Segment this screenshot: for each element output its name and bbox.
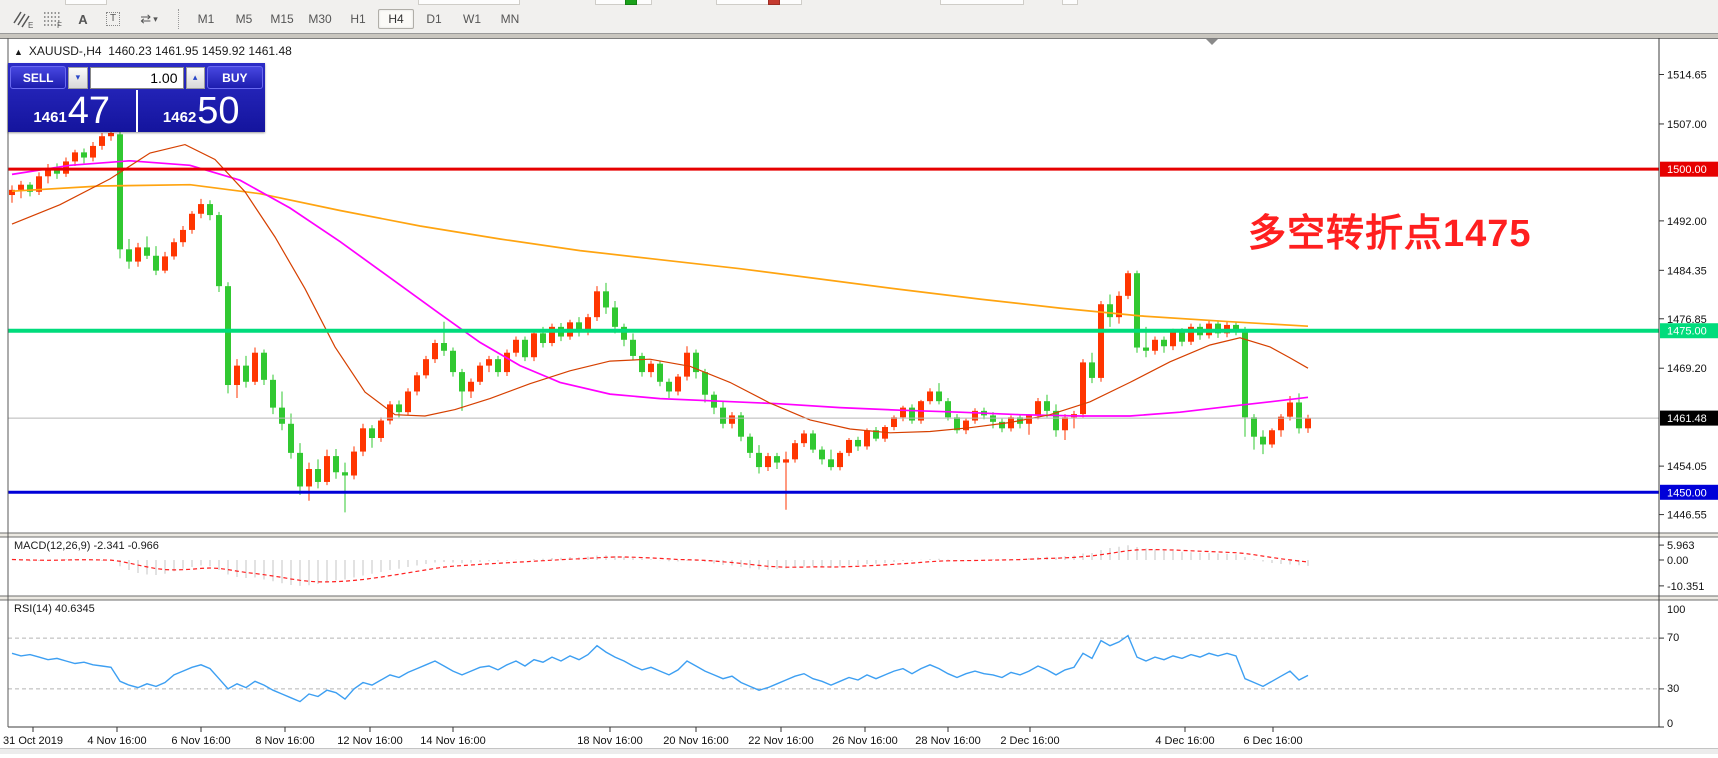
moving-averages-layer: [12, 145, 1308, 433]
svg-text:1461.48: 1461.48: [1667, 413, 1707, 425]
svg-text:1446.55: 1446.55: [1667, 510, 1707, 522]
volume-down-button[interactable]: ▾: [68, 67, 87, 89]
buy-price-main: 1462: [163, 109, 196, 126]
rsi-indicator-label: RSI(14) 40.6345: [14, 603, 95, 615]
symbol-collapse-icon[interactable]: ▲: [14, 47, 23, 57]
svg-text:1469.20: 1469.20: [1667, 363, 1707, 375]
svg-text:1454.05: 1454.05: [1667, 461, 1707, 473]
sell-price-pips: 47: [68, 92, 110, 130]
svg-text:100: 100: [1667, 604, 1685, 616]
volume-input[interactable]: [90, 67, 184, 89]
svg-text:70: 70: [1667, 632, 1679, 644]
price-axis[interactable]: 1514.651507.001492.001484.351476.851469.…: [1659, 70, 1718, 730]
ma-slow[interactable]: [12, 185, 1308, 327]
svg-text:1450.00: 1450.00: [1667, 487, 1707, 499]
indicator-panels-layer: [8, 545, 1659, 701]
svg-text:4 Nov 16:00: 4 Nov 16:00: [87, 735, 146, 747]
svg-text:1507.00: 1507.00: [1667, 119, 1707, 131]
svg-text:6 Nov 16:00: 6 Nov 16:00: [171, 735, 230, 747]
svg-text:12 Nov 16:00: 12 Nov 16:00: [337, 735, 402, 747]
svg-text:4 Dec 16:00: 4 Dec 16:00: [1155, 735, 1214, 747]
svg-text:1475.00: 1475.00: [1667, 326, 1707, 338]
svg-text:0: 0: [1667, 718, 1673, 730]
svg-text:-10.351: -10.351: [1667, 581, 1704, 593]
svg-text:28 Nov 16:00: 28 Nov 16:00: [915, 735, 980, 747]
svg-text:18 Nov 16:00: 18 Nov 16:00: [577, 735, 642, 747]
svg-text:30: 30: [1667, 683, 1679, 695]
panel-borders: [0, 38, 1718, 727]
sell-price-main: 1461: [33, 109, 66, 126]
sell-button[interactable]: SELL: [10, 66, 66, 89]
macd-indicator-label: MACD(12,26,9) -2.341 -0.966: [14, 540, 159, 552]
volume-up-button[interactable]: ▴: [186, 67, 205, 89]
svg-text:8 Nov 16:00: 8 Nov 16:00: [255, 735, 314, 747]
sell-price-display[interactable]: 1461 47: [8, 90, 136, 132]
symbol-label: XAUUSD-,H4: [29, 44, 102, 58]
svg-text:22 Nov 16:00: 22 Nov 16:00: [748, 735, 813, 747]
svg-text:1484.35: 1484.35: [1667, 265, 1707, 277]
svg-text:5.963: 5.963: [1667, 540, 1695, 552]
svg-text:1500.00: 1500.00: [1667, 164, 1707, 176]
buy-price-display[interactable]: 1462 50: [136, 90, 266, 132]
scroll-marker-icon: [1206, 39, 1218, 45]
buy-button[interactable]: BUY: [207, 66, 263, 89]
svg-text:0.00: 0.00: [1667, 555, 1688, 567]
svg-text:1514.65: 1514.65: [1667, 70, 1707, 82]
svg-text:26 Nov 16:00: 26 Nov 16:00: [832, 735, 897, 747]
chart-ohlc-header: ▲ XAUUSD-,H4 1460.23 1461.95 1459.92 1461…: [14, 44, 292, 58]
window-bottom-edge: [0, 748, 1718, 754]
svg-text:6 Dec 16:00: 6 Dec 16:00: [1243, 735, 1302, 747]
one-click-trading-panel: SELL ▾ ▴ BUY 1461 47 1462 50: [8, 63, 265, 132]
svg-text:14 Nov 16:00: 14 Nov 16:00: [420, 735, 485, 747]
svg-text:20 Nov 16:00: 20 Nov 16:00: [663, 735, 728, 747]
chart-text-annotation[interactable]: 多空转折点1475: [1248, 202, 1532, 257]
ma-fast[interactable]: [12, 145, 1308, 433]
svg-text:2 Dec 16:00: 2 Dec 16:00: [1000, 735, 1059, 747]
candles-layer: [9, 123, 1311, 513]
time-axis[interactable]: 31 Oct 2019 4 Nov 16:00 6 Nov 16:00 8 Nov 1…: [3, 727, 1303, 747]
svg-text:31 Oct 2019: 31 Oct 2019: [3, 735, 63, 747]
ohlc-values: 1460.23 1461.95 1459.92 1461.48: [108, 44, 292, 58]
svg-text:1492.00: 1492.00: [1667, 216, 1707, 228]
mt4-terminal: { "toolbar": { "icons": [ {"name": "indi…: [0, 0, 1718, 753]
buy-price-pips: 50: [197, 92, 239, 130]
